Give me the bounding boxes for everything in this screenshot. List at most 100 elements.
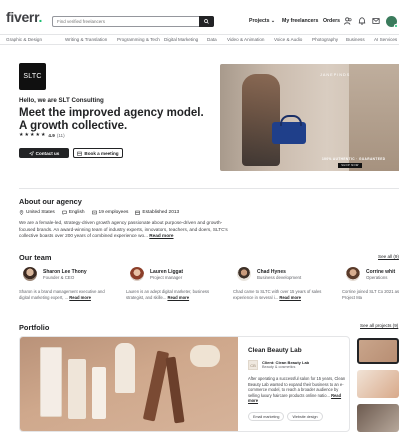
portfolio-project-title: Clean Beauty Lab xyxy=(248,347,302,354)
category-bar: Graphic & Design Writing & Translation P… xyxy=(0,34,399,45)
avatar xyxy=(23,267,37,281)
category-voice-audio[interactable]: Voice & Audio xyxy=(274,37,302,42)
fact-employees-text: 19 employees xyxy=(98,210,129,215)
contact-us-label: Contact us xyxy=(35,150,60,156)
category-graphics-design[interactable]: Graphic & Design xyxy=(6,37,42,42)
member-description-text: Chad came to SLTC with over 15 years of … xyxy=(233,289,322,300)
nav-orders[interactable]: Orders xyxy=(323,18,340,24)
bottle-shape xyxy=(68,359,86,419)
search-box[interactable] xyxy=(52,16,214,27)
avatar xyxy=(237,267,251,281)
portfolio-tags: Email marketing Website design xyxy=(248,412,323,421)
team-member-card[interactable]: Corrine whit Operations Corrine joined S… xyxy=(342,267,399,309)
rating-count: (11) xyxy=(56,132,65,138)
client-category: Beauty & cosmetics xyxy=(262,365,296,369)
rating-value: 4.9 xyxy=(48,132,55,138)
hero-image-bag xyxy=(272,115,306,144)
location-pin-icon xyxy=(19,210,24,215)
agency-logo: SLTC xyxy=(19,63,46,90)
contact-us-button[interactable]: Contact us xyxy=(19,148,69,158)
portfolio-thumbnail[interactable] xyxy=(357,404,399,432)
calendar-icon xyxy=(135,210,141,215)
member-role: Operations xyxy=(366,275,388,280)
category-video-animation[interactable]: Video & Animation xyxy=(227,37,264,42)
fact-established: Established 2013 xyxy=(135,210,179,215)
user-avatar[interactable] xyxy=(386,16,398,28)
cinnamon-stick xyxy=(165,356,185,424)
team-icon[interactable] xyxy=(343,16,352,25)
send-icon xyxy=(28,150,34,156)
team-see-all-link[interactable]: See all (9) xyxy=(378,254,399,259)
about-facts: United States English 19 employees Estab… xyxy=(19,210,179,215)
member-description: Sharon is a brand management executive a… xyxy=(19,289,115,301)
member-read-more-link[interactable]: Read more xyxy=(167,295,189,300)
member-description: Chad came to SLTC with over 15 years of … xyxy=(233,289,329,301)
hero-image: JANEPINDS 100% AUTHENTIC · GUARANTEED SH… xyxy=(220,64,399,171)
category-business[interactable]: Business xyxy=(346,37,365,42)
category-digital-marketing[interactable]: Digital Marketing xyxy=(164,37,198,42)
nav-my-freelancers[interactable]: My freelancers xyxy=(282,18,318,24)
hero-image-shelf xyxy=(349,64,399,171)
member-description-text: Sharon is a brand management executive a… xyxy=(19,289,105,300)
portfolio-thumbnail[interactable] xyxy=(357,370,399,398)
fact-employees: 19 employees xyxy=(91,210,129,215)
fiverr-logo[interactable]: fiverr. xyxy=(6,9,42,25)
search-input[interactable] xyxy=(53,19,213,24)
star-icon: ★ xyxy=(24,132,29,138)
about-read-more-link[interactable]: Read more xyxy=(149,233,173,238)
fact-established-text: Established 2013 xyxy=(142,210,180,215)
member-read-more-link[interactable]: Read more xyxy=(279,295,301,300)
hero-image-tag: JANEPINDS xyxy=(320,73,351,77)
hero-image-shop-button: SHOP NOW xyxy=(338,163,362,168)
bell-icon[interactable] xyxy=(357,16,366,25)
book-meeting-label: Book a meeting xyxy=(84,150,119,156)
portfolio-title: Portfolio xyxy=(19,323,50,332)
portfolio-description: After operating a successful salon for 1… xyxy=(248,376,348,404)
agency-hello: Hello, we are SLT Consulting xyxy=(19,97,104,104)
search-button[interactable] xyxy=(199,16,214,27)
member-role: Project manager xyxy=(150,275,183,280)
search-icon xyxy=(204,19,209,24)
about-title: About our agency xyxy=(19,197,82,206)
member-read-more-link[interactable]: Read more xyxy=(69,295,91,300)
member-role: Business development xyxy=(257,275,302,280)
fact-language-text: English xyxy=(68,210,85,215)
category-photography[interactable]: Photography xyxy=(312,37,338,42)
chat-icon xyxy=(62,210,67,215)
star-icon: ★ xyxy=(35,132,40,138)
category-data[interactable]: Data xyxy=(207,37,217,42)
mail-icon[interactable] xyxy=(371,16,380,25)
fact-location-text: United States xyxy=(26,210,55,215)
nav-projects[interactable]: Projects ⌄ xyxy=(249,18,275,24)
about-description-text: We are a female-led, strategy-driven gro… xyxy=(19,220,228,239)
member-description: Corrine joined SLT Co 2021 as a Project … xyxy=(342,289,399,301)
portfolio-see-all-link[interactable]: See all projects (9) xyxy=(360,323,398,328)
book-meeting-button[interactable]: Book a meeting xyxy=(73,148,123,158)
logo-text: fiverr xyxy=(6,9,39,25)
category-ai-services[interactable]: AI Services xyxy=(374,37,397,42)
star-icon: ★ xyxy=(29,132,35,138)
bottle-shape xyxy=(40,347,62,417)
hero-image-caption: 100% AUTHENTIC · GUARANTEED xyxy=(322,157,386,161)
team-title: Our team xyxy=(19,253,52,262)
id-card-icon xyxy=(91,210,97,215)
member-role: Founder & CEO xyxy=(43,275,75,280)
portfolio-project-card[interactable]: Clean Beauty Lab CB Client: Clean Beauty… xyxy=(19,336,350,432)
logo-dot: . xyxy=(38,9,43,25)
category-writing-translation[interactable]: Writing & Translation xyxy=(65,37,107,42)
bottle-shape xyxy=(115,343,135,393)
hero-image-person xyxy=(242,74,280,166)
category-programming-tech[interactable]: Programming & Tech xyxy=(117,37,160,42)
divider xyxy=(19,188,399,189)
portfolio-thumbnail[interactable] xyxy=(357,338,399,364)
fact-language: English xyxy=(62,210,85,215)
member-description-text: Corrine joined SLT Co 2021 as a Project … xyxy=(342,289,399,300)
tag-website-design[interactable]: Website design xyxy=(287,412,323,421)
about-description: We are a female-led, strategy-driven gro… xyxy=(19,220,237,240)
client-logo: CB xyxy=(248,360,258,370)
bottle-shape xyxy=(92,367,106,419)
portfolio-client: CB Client: Clean Beauty Lab Beauty & cos… xyxy=(248,359,346,371)
tag-email-marketing[interactable]: Email marketing xyxy=(248,412,285,421)
avatar xyxy=(130,267,144,281)
fact-location: United States xyxy=(19,210,55,215)
